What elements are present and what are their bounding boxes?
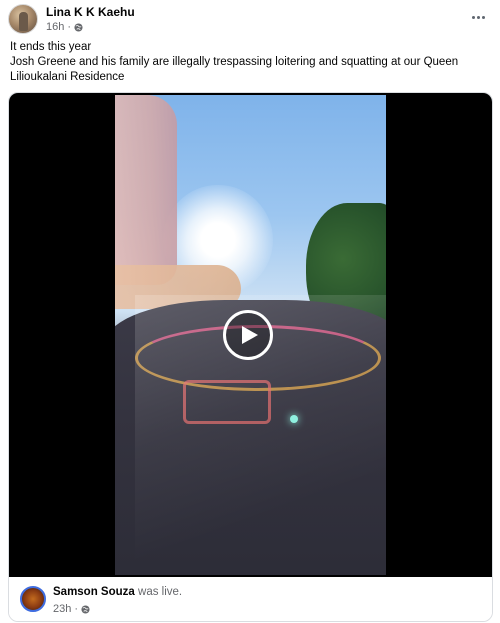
- more-horizontal-icon: [471, 15, 475, 19]
- play-icon: [242, 326, 258, 344]
- live-status-text: was live.: [134, 586, 183, 598]
- live-author-avatar[interactable]: [20, 586, 46, 612]
- live-author-name[interactable]: Samson Souza: [53, 586, 135, 598]
- video-player[interactable]: [9, 93, 492, 577]
- post-text: It ends this year Josh Greene and his fa…: [10, 40, 490, 85]
- play-button[interactable]: [223, 310, 273, 360]
- meta-separator: ·: [74, 603, 79, 615]
- more-dot: [481, 15, 485, 19]
- globe-icon: [74, 22, 83, 32]
- more-options-button[interactable]: [468, 10, 488, 24]
- post-timestamp[interactable]: 16h: [46, 21, 64, 33]
- post-text-line: It ends this year: [10, 41, 92, 53]
- shared-video-card: Samson Souza was live. 23h ·: [8, 92, 493, 622]
- post-header: Lina K K Kaehu 16h ·: [8, 4, 492, 36]
- live-line: Samson Souza was live.: [53, 586, 182, 598]
- post-text-line: Josh Greene and his family are illegally…: [10, 56, 459, 83]
- globe-icon: [81, 604, 90, 614]
- author-name[interactable]: Lina K K Kaehu: [46, 5, 135, 19]
- meta-separator: ·: [67, 21, 72, 33]
- live-attribution: Samson Souza was live. 23h ·: [9, 577, 492, 621]
- post-meta: 16h ·: [46, 21, 83, 33]
- live-timestamp[interactable]: 23h: [53, 603, 71, 615]
- statue-figure: [115, 95, 177, 285]
- lens-flare: [290, 415, 298, 423]
- live-meta: 23h ·: [53, 603, 90, 615]
- author-avatar[interactable]: [8, 4, 38, 34]
- more-dot: [476, 15, 480, 19]
